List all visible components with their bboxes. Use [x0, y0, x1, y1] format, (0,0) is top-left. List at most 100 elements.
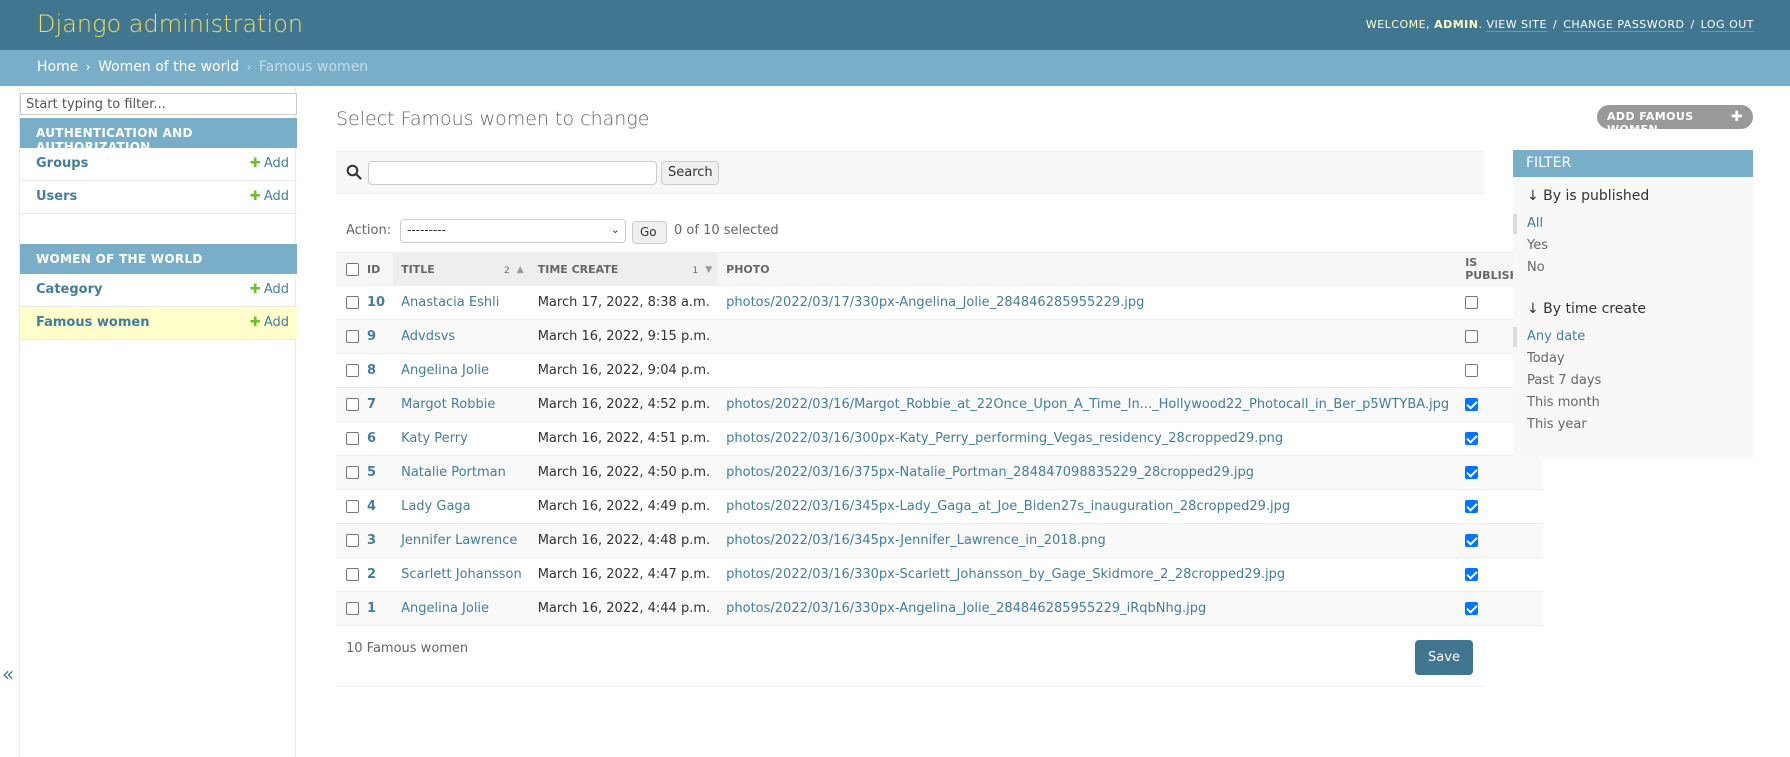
photo-link[interactable]: photos/2022/03/16/345px-Jennifer_Lawrenc…: [726, 533, 1106, 548]
app-caption-women[interactable]: WOMEN OF THE WORLD: [20, 244, 297, 274]
nav-filter-input[interactable]: [20, 93, 297, 115]
is-published-checkbox[interactable]: [1465, 398, 1479, 411]
filter-option-yes[interactable]: Yes: [1527, 238, 1548, 253]
photo-link[interactable]: photos/2022/03/16/345px-Lady_Gaga_at_Joe…: [726, 499, 1290, 514]
model-link-famous-women[interactable]: Famous women: [36, 315, 149, 330]
row-select-checkbox[interactable]: [346, 398, 359, 411]
add-groups-link[interactable]: ✚ Add: [250, 156, 289, 171]
is-published-checkbox[interactable]: [1465, 330, 1479, 343]
action-select[interactable]: --------- ⌄: [400, 219, 626, 243]
is-published-cell: [1457, 523, 1544, 558]
select-all-checkbox[interactable]: [346, 262, 359, 276]
row-select-checkbox[interactable]: [346, 534, 359, 547]
filter-option-today[interactable]: Today: [1527, 351, 1565, 366]
row-select-checkbox[interactable]: [346, 296, 359, 309]
row-id-link[interactable]: 5: [367, 465, 376, 480]
save-button[interactable]: Save: [1415, 640, 1473, 675]
photo-link[interactable]: photos/2022/03/16/300px-Katy_Perry_perfo…: [726, 431, 1283, 446]
add-users-link[interactable]: ✚ Add: [250, 189, 289, 204]
id-cell: 1: [359, 591, 394, 626]
add-category-link[interactable]: ✚ Add: [250, 282, 289, 297]
row-id-link[interactable]: 9: [367, 329, 376, 344]
id-cell: 2: [359, 557, 394, 592]
sort-ascending-icon[interactable]: ▲: [517, 265, 524, 275]
row-select-checkbox[interactable]: [346, 364, 359, 377]
is-published-checkbox[interactable]: [1465, 296, 1479, 309]
filter-option-this-month[interactable]: This month: [1527, 395, 1600, 410]
row-id-link[interactable]: 8: [367, 363, 376, 378]
is-published-checkbox[interactable]: [1465, 364, 1479, 377]
breadcrumb-app[interactable]: Women of the world: [98, 59, 239, 75]
is-published-checkbox[interactable]: [1465, 568, 1479, 581]
model-link-users[interactable]: Users: [36, 189, 77, 204]
filter-option-past-7-days[interactable]: Past 7 days: [1527, 373, 1601, 388]
photo-link[interactable]: photos/2022/03/16/375px-Natalie_Portman_…: [726, 465, 1254, 480]
filter-option-no[interactable]: No: [1527, 260, 1545, 275]
row-id-link[interactable]: 1: [367, 601, 376, 616]
time-create-cell: March 16, 2022, 4:48 p.m.: [529, 523, 719, 558]
row-title-link[interactable]: Jennifer Lawrence: [401, 533, 517, 548]
paginator: 10 Famous women: [336, 627, 1484, 687]
row-title-link[interactable]: Natalie Portman: [401, 465, 506, 480]
row-select-checkbox[interactable]: [346, 432, 359, 445]
go-button[interactable]: Go: [632, 221, 667, 244]
row-title-link[interactable]: Scarlett Johansson: [401, 567, 522, 582]
is-published-checkbox[interactable]: [1465, 602, 1479, 615]
row-id-link[interactable]: 6: [367, 431, 376, 446]
model-link-groups[interactable]: Groups: [36, 156, 88, 171]
is-published-checkbox[interactable]: [1465, 432, 1479, 445]
search-input[interactable]: [368, 161, 657, 185]
row-select-checkbox[interactable]: [346, 568, 359, 581]
header-bar: Django administration WELCOME, ADMIN. VI…: [0, 0, 1790, 50]
column-title[interactable]: TITLE 2 ▲: [393, 252, 530, 286]
row-title-link[interactable]: Margot Robbie: [401, 397, 495, 412]
app-caption-auth[interactable]: AUTHENTICATION AND AUTHORIZATION: [20, 118, 297, 154]
is-published-checkbox[interactable]: [1465, 534, 1479, 547]
row-select-checkbox[interactable]: [346, 466, 359, 479]
row-select-checkbox[interactable]: [346, 330, 359, 343]
row-select-checkbox[interactable]: [346, 602, 359, 615]
view-site-link[interactable]: VIEW SITE: [1486, 18, 1547, 32]
sidebar-item-category[interactable]: Category ✚ Add: [20, 274, 297, 307]
add-famous-women-link[interactable]: ✚ Add: [250, 315, 289, 330]
photo-link[interactable]: photos/2022/03/17/330px-Angelina_Jolie_2…: [726, 295, 1144, 310]
row-id-link[interactable]: 7: [367, 397, 376, 412]
toggle-sidebar-button[interactable]: «: [2, 662, 14, 686]
row-title-link[interactable]: Angelina Jolie: [401, 601, 489, 616]
row-id-link[interactable]: 2: [367, 567, 376, 582]
sidebar-item-famous-women[interactable]: Famous women ✚ Add: [20, 307, 297, 340]
photo-link[interactable]: photos/2022/03/16/330px-Scarlett_Johanss…: [726, 567, 1285, 582]
log-out-link[interactable]: LOG OUT: [1700, 18, 1754, 32]
user-tools: WELCOME, ADMIN. VIEW SITE / CHANGE PASSW…: [1365, 18, 1754, 32]
model-link-category[interactable]: Category: [36, 282, 102, 297]
row-title-link[interactable]: Anastacia Eshli: [401, 295, 499, 310]
is-published-checkbox[interactable]: [1465, 466, 1479, 479]
photo-link[interactable]: photos/2022/03/16/330px-Angelina_Jolie_2…: [726, 601, 1206, 616]
row-id-link[interactable]: 4: [367, 499, 376, 514]
filter-option-this-year[interactable]: This year: [1527, 417, 1587, 432]
filter-option-all[interactable]: All: [1527, 216, 1543, 231]
photo-link[interactable]: photos/2022/03/16/Margot_Robbie_at_22Onc…: [726, 397, 1449, 412]
change-password-link[interactable]: CHANGE PASSWORD: [1563, 18, 1685, 32]
sidebar-item-users[interactable]: Users ✚ Add: [20, 181, 297, 214]
row-title-link[interactable]: Katy Perry: [401, 431, 468, 446]
row-select-checkbox[interactable]: [346, 500, 359, 513]
sort-descending-icon[interactable]: ▼: [705, 265, 712, 275]
row-title-link[interactable]: Angelina Jolie: [401, 363, 489, 378]
search-button[interactable]: Search: [661, 161, 719, 185]
is-published-checkbox[interactable]: [1465, 500, 1479, 513]
row-id-link[interactable]: 3: [367, 533, 376, 548]
site-title[interactable]: Django administration: [37, 10, 303, 38]
filter-option-any-date[interactable]: Any date: [1527, 329, 1585, 344]
title-cell: Lady Gaga: [393, 489, 530, 524]
column-id[interactable]: ID: [359, 252, 394, 286]
row-id-link[interactable]: 10: [367, 295, 385, 310]
row-title-link[interactable]: Advdsvs: [401, 329, 455, 344]
add-famous-women-button[interactable]: ADD FAMOUS WOMEN ✚: [1597, 105, 1753, 136]
breadcrumb-home[interactable]: Home: [37, 59, 78, 75]
row-title-link[interactable]: Lady Gaga: [401, 499, 471, 514]
title-cell: Katy Perry: [393, 421, 530, 456]
sidebar-item-groups[interactable]: Groups ✚ Add: [20, 148, 297, 181]
column-time-create[interactable]: TIME CREATE 1 ▼: [529, 252, 719, 286]
filter-heading-time-create: ↓ By time create: [1527, 301, 1647, 317]
